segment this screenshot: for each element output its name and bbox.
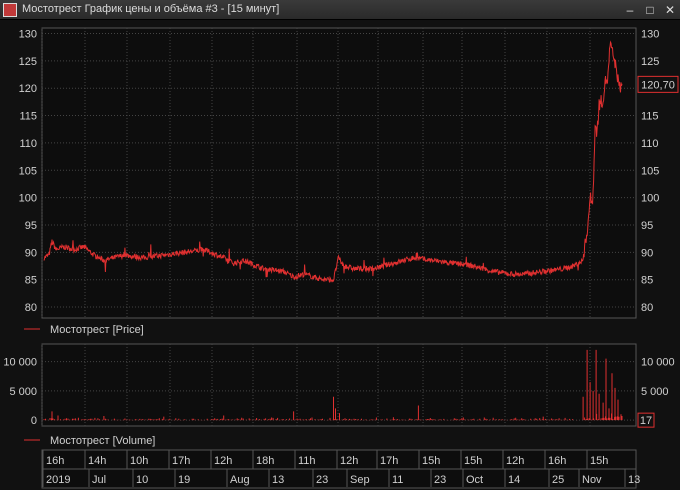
time-label-row2: 11 — [392, 474, 403, 486]
price-tick-label-left: 100 — [19, 193, 37, 205]
price-tick-label-left: 80 — [25, 302, 37, 314]
price-tick-label-left: 105 — [19, 165, 37, 177]
volume-legend-label: Мостотрест [Volume] — [50, 435, 155, 447]
price-tick-label-right: 130 — [641, 28, 659, 40]
time-label-row2: Nov — [582, 474, 602, 486]
price-tick-label-right: 90 — [641, 247, 653, 259]
time-label-row2: 23 — [434, 474, 446, 486]
time-label-row2: 25 — [552, 474, 564, 486]
time-label-row1: 18h — [256, 455, 274, 467]
price-last-value: 120,70 — [641, 79, 675, 91]
title-bar: Мостотрест График цены и объёма #3 - [15… — [0, 0, 680, 20]
time-label-row1: 12h — [506, 455, 524, 467]
time-label-row1: 10h — [130, 455, 148, 467]
minimize-button[interactable]: – — [622, 2, 638, 18]
time-label-row2: Oct — [466, 474, 483, 486]
chart-area[interactable]: 80 8085 8590 9095 95100 100105 105110 110115 115… — [0, 20, 680, 490]
time-label-row1: 17h — [380, 455, 398, 467]
price-tick-label-left: 130 — [19, 28, 37, 40]
price-legend-label: Мостотрест [Price] — [50, 324, 144, 336]
volume-last-value: 17 — [640, 415, 652, 427]
time-label-row1: 17h — [172, 455, 190, 467]
price-tick-label-left: 95 — [25, 220, 37, 232]
app-icon — [3, 3, 17, 17]
time-label-row1: 14h — [88, 455, 106, 467]
time-label-row2: 13 — [272, 474, 284, 486]
time-label-row1: 15h — [590, 455, 608, 467]
price-tick-label-left: 120 — [19, 83, 37, 95]
time-label-row2: 2019 — [46, 474, 70, 486]
volume-tick-label-right: 5 000 — [641, 386, 669, 398]
price-tick-label-right: 100 — [641, 193, 659, 205]
time-label-row2: 14 — [508, 474, 520, 486]
time-label-row2: 19 — [178, 474, 190, 486]
price-panel: 80 80 85 85 90 90 95 95 100 100 105 105 110 110 115 115… — [19, 27, 679, 336]
price-tick-label-right: 110 — [641, 138, 659, 150]
close-button[interactable]: ✕ — [662, 2, 678, 18]
price-tick-label-right: 105 — [641, 165, 659, 177]
price-tick-label-right: 80 — [641, 302, 653, 314]
time-axis: 16h 14h 10h 17h 12h 18h 11h 12h 17h 15h 15h 12h 16h 1… — [41, 449, 640, 489]
time-label-row2: 23 — [316, 474, 328, 486]
price-tick-label-right: 85 — [641, 275, 653, 287]
volume-tick-label-right: 10 000 — [641, 357, 675, 369]
price-tick-label-left: 85 — [25, 275, 37, 287]
time-label-row1: 16h — [46, 455, 64, 467]
price-tick-label-left: 90 — [25, 247, 37, 259]
time-label-row1: 15h — [422, 455, 440, 467]
volume-tick-label-left: 5 000 — [9, 386, 37, 398]
time-label-row2: Sep — [350, 474, 370, 486]
price-tick-label-left: 115 — [19, 111, 37, 123]
window-title: Мостотрест График цены и объёма #3 - [15… — [22, 3, 280, 15]
volume-panel: 005 0005 00010 00010 00017Мостотрест [Vo… — [3, 343, 675, 447]
maximize-button[interactable]: □ — [642, 2, 658, 18]
time-label-row2: 10 — [136, 474, 148, 486]
volume-tick-label-left: 10 000 — [3, 357, 37, 369]
price-tick-label-left: 125 — [19, 56, 37, 68]
price-tick-label-right: 125 — [641, 56, 659, 68]
volume-tick-label-left: 0 — [31, 415, 37, 427]
price-tick-label-left: 110 — [19, 138, 37, 150]
time-label-row2: Jul — [92, 474, 106, 486]
time-label-row1: 16h — [548, 455, 566, 467]
price-tick-label-right: 115 — [641, 111, 659, 123]
time-label-row1: 12h — [214, 455, 232, 467]
time-label-row1: 12h — [340, 455, 358, 467]
time-label-row2: 13 — [628, 474, 640, 486]
time-label-row2: Aug — [230, 474, 250, 486]
price-tick-label-right: 95 — [641, 220, 653, 232]
time-label-row1: 15h — [464, 455, 482, 467]
time-label-row1: 11h — [298, 455, 316, 467]
